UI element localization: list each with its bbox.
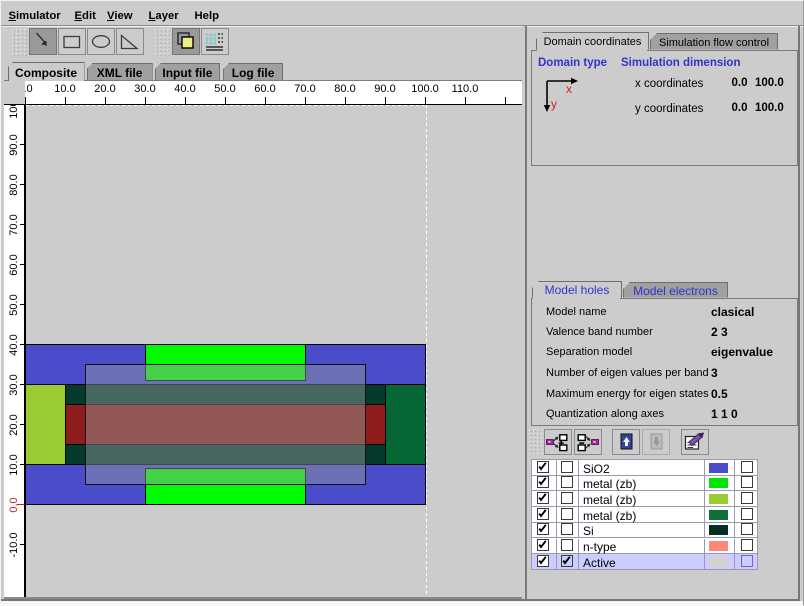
svg-text:y: y [551, 97, 557, 111]
svg-text:x: x [566, 82, 572, 96]
